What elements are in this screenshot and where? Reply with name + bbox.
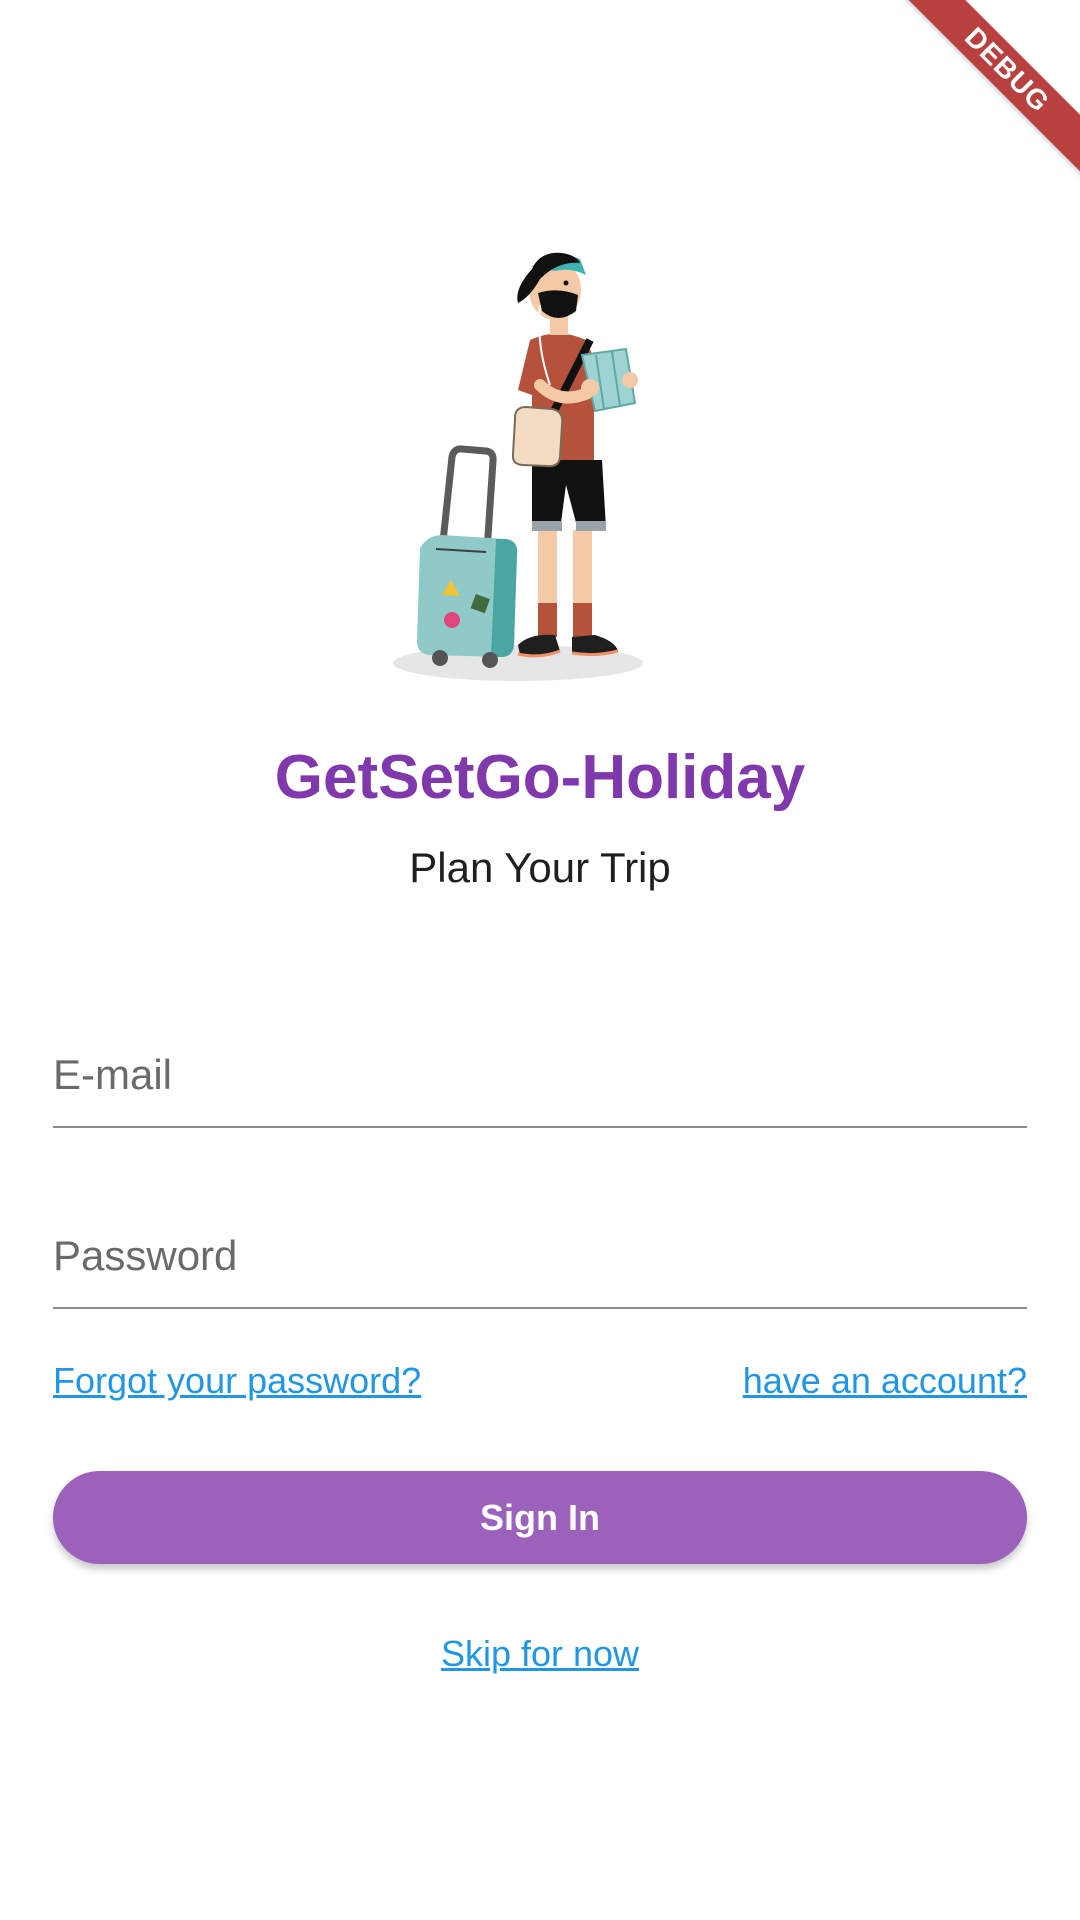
debug-label: DEBUG — [897, 0, 1080, 180]
password-field[interactable] — [53, 1211, 1027, 1309]
email-input[interactable] — [53, 1030, 1027, 1120]
skip-for-now-link[interactable]: Skip for now — [441, 1633, 639, 1674]
password-input[interactable] — [53, 1211, 1027, 1301]
traveler-with-suitcase-illustration — [393, 252, 643, 681]
login-screen: DEBUG GetSetGo-Holiday Plan Your Trip E-… — [0, 0, 1080, 1920]
debug-banner: DEBUG — [880, 0, 1080, 200]
skip-for-now-row: Skip for now — [0, 1632, 1080, 1676]
app-title: GetSetGo-Holiday — [274, 743, 806, 812]
have-account-link[interactable]: have an account? — [743, 1359, 1027, 1403]
forgot-password-link[interactable]: Forgot your password? — [53, 1359, 421, 1403]
email-field[interactable] — [53, 1030, 1027, 1128]
sign-in-button[interactable]: Sign In — [53, 1471, 1027, 1564]
app-subtitle: Plan Your Trip — [409, 844, 671, 891]
